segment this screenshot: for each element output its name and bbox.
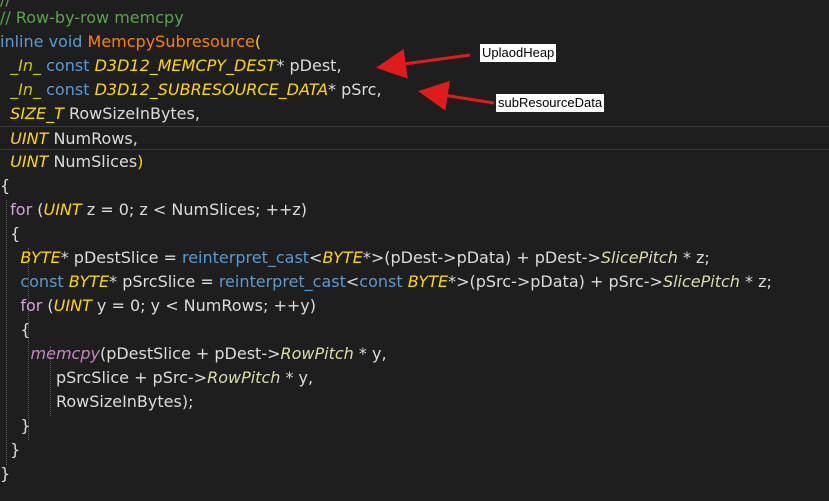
- arrow-upload: [376, 48, 471, 79]
- annotation-label-subres: subResourceData: [496, 94, 605, 112]
- annotation-arrows: [376, 48, 495, 111]
- arrow-subres: [418, 80, 495, 111]
- annotation-label-upload: UplaodHeap: [480, 44, 557, 62]
